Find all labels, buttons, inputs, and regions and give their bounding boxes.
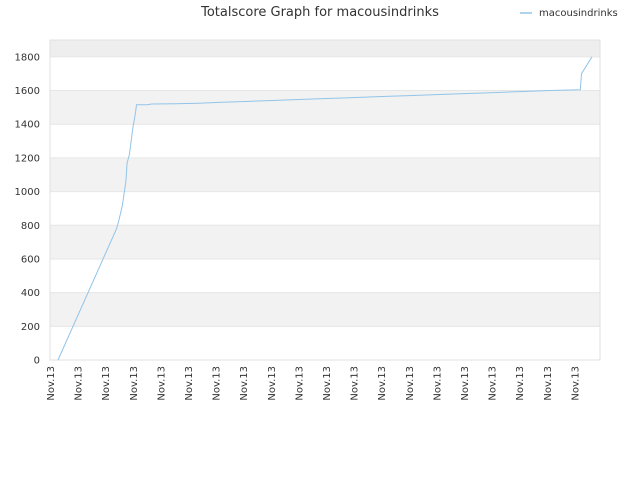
x-axis-ticks: Nov.13 Nov.13 Nov.13 Nov.13 Nov.13 Nov.13 Nov.… bbox=[46, 366, 581, 401]
y-axis-ticks: 0 200 400 600 800 1000 1200 1400 1600 1800 bbox=[15, 52, 40, 366]
chart-canvas: Totalscore Graph for macousindrinks maco… bbox=[15, 5, 618, 401]
grid-band bbox=[50, 191, 600, 226]
grid-band bbox=[50, 90, 600, 125]
grid-band bbox=[50, 292, 600, 327]
x-tick-label: Nov.13 bbox=[267, 366, 278, 401]
y-tick-label: 1600 bbox=[15, 86, 40, 97]
x-tick-label: Nov.13 bbox=[74, 366, 85, 401]
x-tick-label: Nov.13 bbox=[350, 366, 361, 401]
grid-band bbox=[50, 40, 600, 57]
grid-band bbox=[50, 258, 600, 293]
x-tick-label: Nov.13 bbox=[184, 366, 195, 401]
x-tick-label: Nov.13 bbox=[322, 366, 333, 401]
grid-band bbox=[50, 326, 600, 360]
legend: macousindrinks bbox=[520, 8, 618, 19]
grid-band bbox=[50, 56, 600, 91]
x-tick-label: Nov.13 bbox=[515, 366, 526, 401]
y-tick-label: 1800 bbox=[15, 52, 40, 63]
x-tick-label: Nov.13 bbox=[432, 366, 443, 401]
x-tick-label: Nov.13 bbox=[212, 366, 223, 401]
chart-title: Totalscore Graph for macousindrinks bbox=[200, 5, 439, 20]
y-tick-label: 800 bbox=[21, 221, 40, 232]
y-tick-label: 1400 bbox=[15, 120, 40, 131]
y-tick-label: 600 bbox=[21, 254, 40, 265]
y-tick-label: 0 bbox=[34, 356, 40, 367]
x-tick-label: Nov.13 bbox=[460, 366, 471, 401]
x-tick-label: Nov.13 bbox=[405, 366, 416, 401]
y-tick-label: 1000 bbox=[15, 187, 40, 198]
x-tick-label: Nov.13 bbox=[129, 366, 140, 401]
x-tick-label: Nov.13 bbox=[543, 366, 554, 401]
y-tick-label: 200 bbox=[21, 322, 40, 333]
x-tick-label: Nov.13 bbox=[239, 366, 250, 401]
x-tick-label: Nov.13 bbox=[570, 366, 581, 401]
x-tick-label: Nov.13 bbox=[156, 366, 167, 401]
x-tick-label: Nov.13 bbox=[377, 366, 388, 401]
y-tick-label: 400 bbox=[21, 288, 40, 299]
grid-band bbox=[50, 225, 600, 259]
grid-bands bbox=[50, 40, 600, 360]
x-tick-label: Nov.13 bbox=[46, 366, 57, 401]
x-tick-label: Nov.13 bbox=[294, 366, 305, 401]
x-tick-label: Nov.13 bbox=[101, 366, 112, 401]
legend-label: macousindrinks bbox=[539, 8, 618, 19]
x-tick-label: Nov.13 bbox=[488, 366, 499, 401]
grid-band bbox=[50, 157, 600, 192]
y-tick-label: 1200 bbox=[15, 153, 40, 164]
